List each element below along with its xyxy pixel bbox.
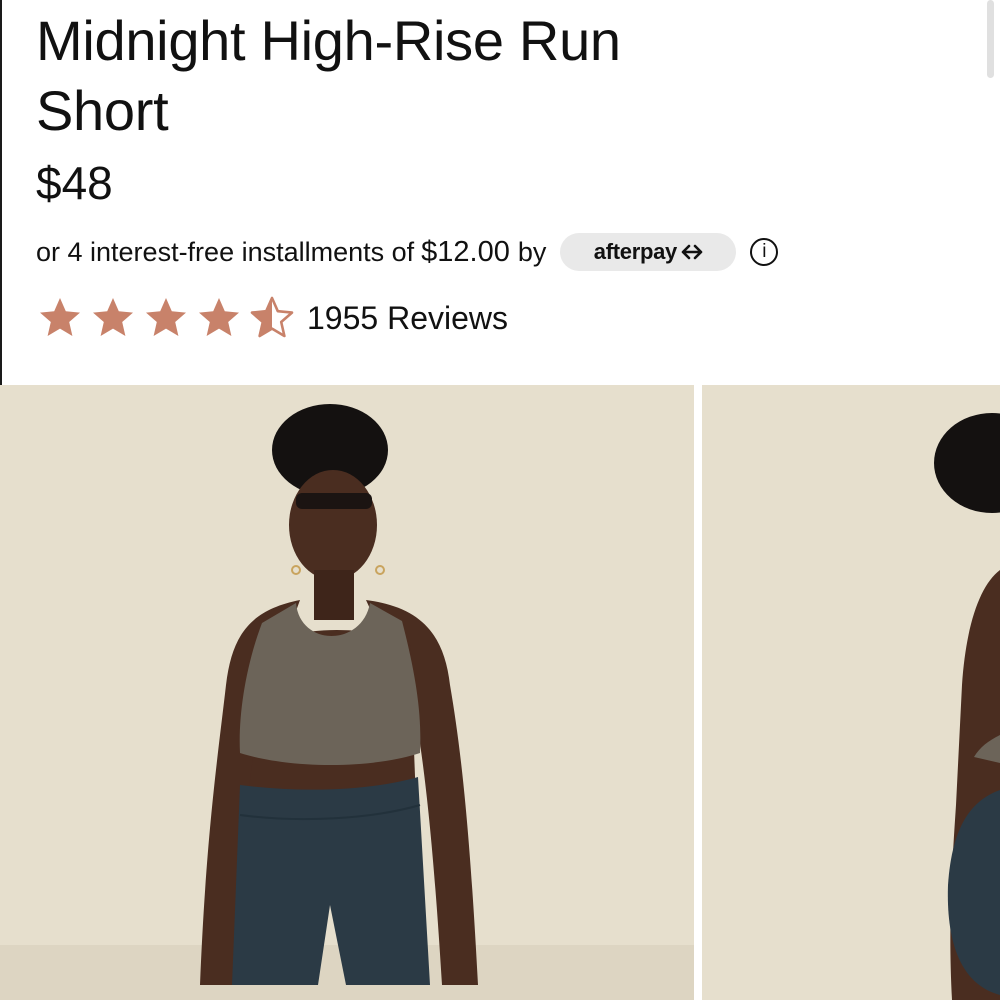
reviews-count: 1955 Reviews [307, 299, 508, 336]
star-full-icon [199, 298, 239, 336]
info-icon[interactable]: i [750, 238, 779, 266]
installments-line: or 4 interest-free installments of $12.0… [36, 232, 779, 272]
product-photo-back[interactable] [702, 385, 1000, 1000]
product-title-line-2: Short [36, 79, 169, 142]
product-photo-front[interactable] [0, 385, 694, 1000]
installment-amount: $12.00 [421, 235, 510, 268]
model-back-illustration [702, 385, 1000, 1000]
model-front-illustration [0, 385, 694, 1000]
info-icon-glyph: i [762, 241, 767, 262]
installments-prefix: or 4 interest-free installments of [36, 236, 415, 267]
product-title-line-1: Midnight High-Rise Run [36, 9, 621, 72]
star-full-icon [93, 298, 133, 336]
star-full-icon [40, 298, 80, 336]
star-half-icon [250, 296, 294, 338]
scrollbar[interactable] [987, 0, 994, 78]
product-gallery[interactable] [0, 385, 1000, 1000]
afterpay-arrows-icon [681, 244, 703, 260]
star-full-icon [146, 298, 186, 336]
rating-summary[interactable]: 1955 Reviews [36, 293, 508, 343]
product-price: $48 [36, 157, 113, 209]
afterpay-badge[interactable]: afterpay [560, 233, 737, 271]
installments-suffix: by [517, 236, 547, 267]
afterpay-logo-text: afterpay [593, 239, 678, 264]
window-edge [0, 0, 2, 385]
product-title: Midnight High-Rise Run Short [36, 6, 936, 146]
